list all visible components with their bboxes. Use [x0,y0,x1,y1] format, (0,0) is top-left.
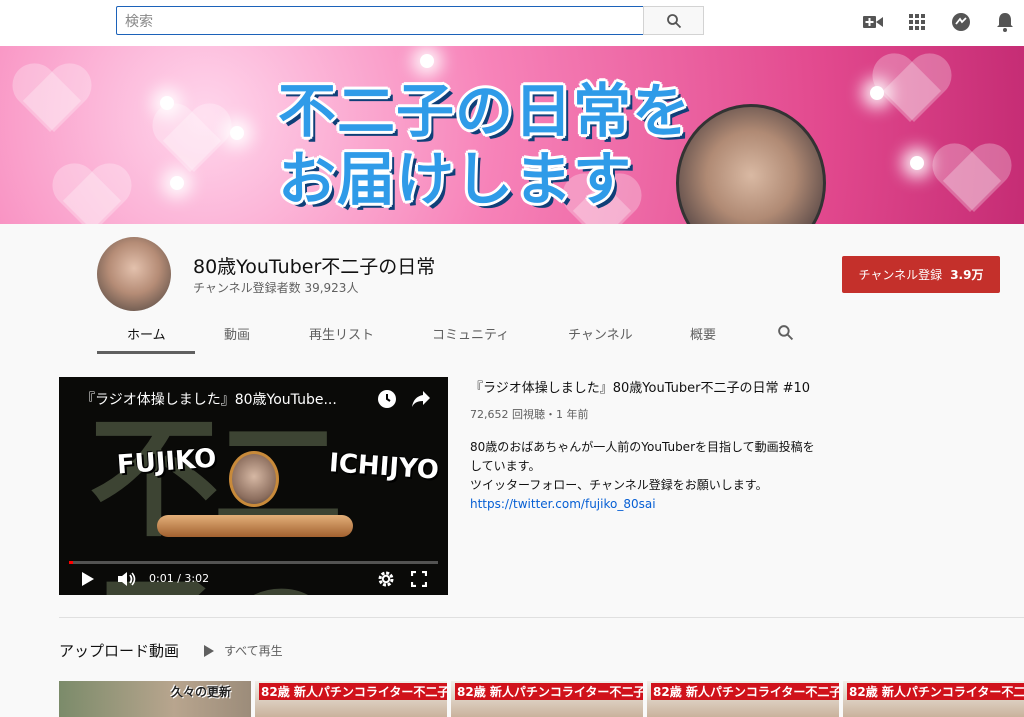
video-thumbnail[interactable]: 82歳 新人パチンコライター不二子 [843,681,1024,717]
video-thumbnail[interactable]: 82歳 新人パチンコライター不二子 [647,681,839,717]
video-time: 0:01 / 3:02 [149,572,210,585]
play-all-label: すべて再生 [224,644,283,658]
thumbnail-label: 82歳 新人パチンコライター不二子 [847,683,1024,700]
description-link[interactable]: https://twitter.com/fujiko_80sai [470,495,815,514]
active-tab-indicator [97,351,195,354]
sparkle-decoration [170,176,184,190]
search-input[interactable]: 検索 [116,6,644,35]
heart-decoration [150,106,230,176]
thumbnail-label: 82歳 新人パチンコライター不二子 [259,683,447,700]
subscriber-count: チャンネル登録者数 39,923人 [193,281,359,295]
play-all-button[interactable]: すべて再生 [204,642,283,659]
featured-video-title[interactable]: 『ラジオ体操しました』80歳YouTuber不二子の日常 #10 [470,377,810,396]
tab-about[interactable]: 概要 [690,324,716,343]
bell-icon[interactable] [995,12,1015,32]
channel-search-icon[interactable] [777,324,794,345]
messages-icon[interactable] [951,12,971,32]
heart-decoration [50,166,130,224]
description-line: 80歳のおばあちゃんが一人前のYouTuberを目指して動画投稿を [470,440,815,454]
banner-portrait [676,104,826,224]
featured-video-meta: 72,652 回視聴・1 年前 [470,408,589,421]
section-divider [59,617,1024,618]
thumbnail-label: 久々の更新 [171,685,232,699]
channel-avatar[interactable] [97,237,171,311]
subscribe-count: 3.9万 [950,268,984,282]
uploads-shelf: 久々の更新 82歳 新人パチンコライター不二子 82歳 新人パチンコライター不二… [59,681,1024,717]
video-progress-bar[interactable] [69,561,438,564]
description-line: ツイッターフォロー、チャンネル登録をお願いします。 [470,478,768,492]
description-line: しています。 [470,459,541,473]
featured-video-player[interactable]: 不二子の日常 FUJIKO ICHIJYO 『ラジオ体操しました』80歳YouT… [59,377,448,595]
fullscreen-icon[interactable] [411,569,427,589]
masthead: 検索 [0,0,1024,46]
search-icon [666,13,681,28]
watch-later-icon[interactable] [377,389,397,413]
heart-decoration [10,66,90,136]
video-thumbnail[interactable]: 82歳 新人パチンコライター不二子 [451,681,643,717]
video-ribbon [157,515,353,537]
sparkle-decoration [870,86,884,100]
sparkle-decoration [160,96,174,110]
settings-gear-icon[interactable] [377,569,395,589]
heart-decoration [930,146,1010,216]
uploads-section-title[interactable]: アップロード動画 [59,640,179,661]
video-thumbnail[interactable]: 久々の更新 [59,681,251,717]
tab-channels[interactable]: チャンネル [568,324,633,343]
video-portrait [229,451,279,507]
thumbnail-label: 82歳 新人パチンコライター不二子 [651,683,839,700]
play-icon [204,644,214,657]
thumbnail-label: 82歳 新人パチンコライター不二子 [455,683,643,700]
tab-community[interactable]: コミュニティ [432,324,509,343]
subscribe-button[interactable]: チャンネル登録 3.9万 [842,256,1000,293]
sparkle-decoration [230,126,244,140]
sparkle-decoration [910,156,924,170]
video-thumbnail[interactable]: 82歳 新人パチンコライター不二子 [255,681,447,717]
video-camera-icon[interactable] [863,12,883,32]
volume-icon[interactable] [117,569,137,589]
share-icon[interactable] [411,390,431,412]
apps-grid-icon[interactable] [907,12,927,32]
featured-video-description: 80歳のおばあちゃんが一人前のYouTuberを目指して動画投稿を しています。… [470,438,815,514]
play-icon[interactable] [81,569,95,589]
search-button[interactable] [643,6,704,35]
video-overlay-title[interactable]: 『ラジオ体操しました』80歳YouTube... [81,389,371,409]
subscribe-label: チャンネル登録 [858,268,943,282]
tab-home[interactable]: ホーム [127,324,166,343]
channel-name: 80歳YouTuber不二子の日常 [193,256,436,278]
channel-banner: 不二子の日常を お届けします [0,46,1024,224]
banner-text-line2: お届けします [278,145,633,213]
channel-header: 80歳YouTuber不二子の日常 チャンネル登録者数 39,923人 チャンネ… [0,224,1024,354]
tab-playlists[interactable]: 再生リスト [309,324,374,343]
tab-videos[interactable]: 動画 [224,324,250,343]
video-progress-fill [69,561,73,564]
